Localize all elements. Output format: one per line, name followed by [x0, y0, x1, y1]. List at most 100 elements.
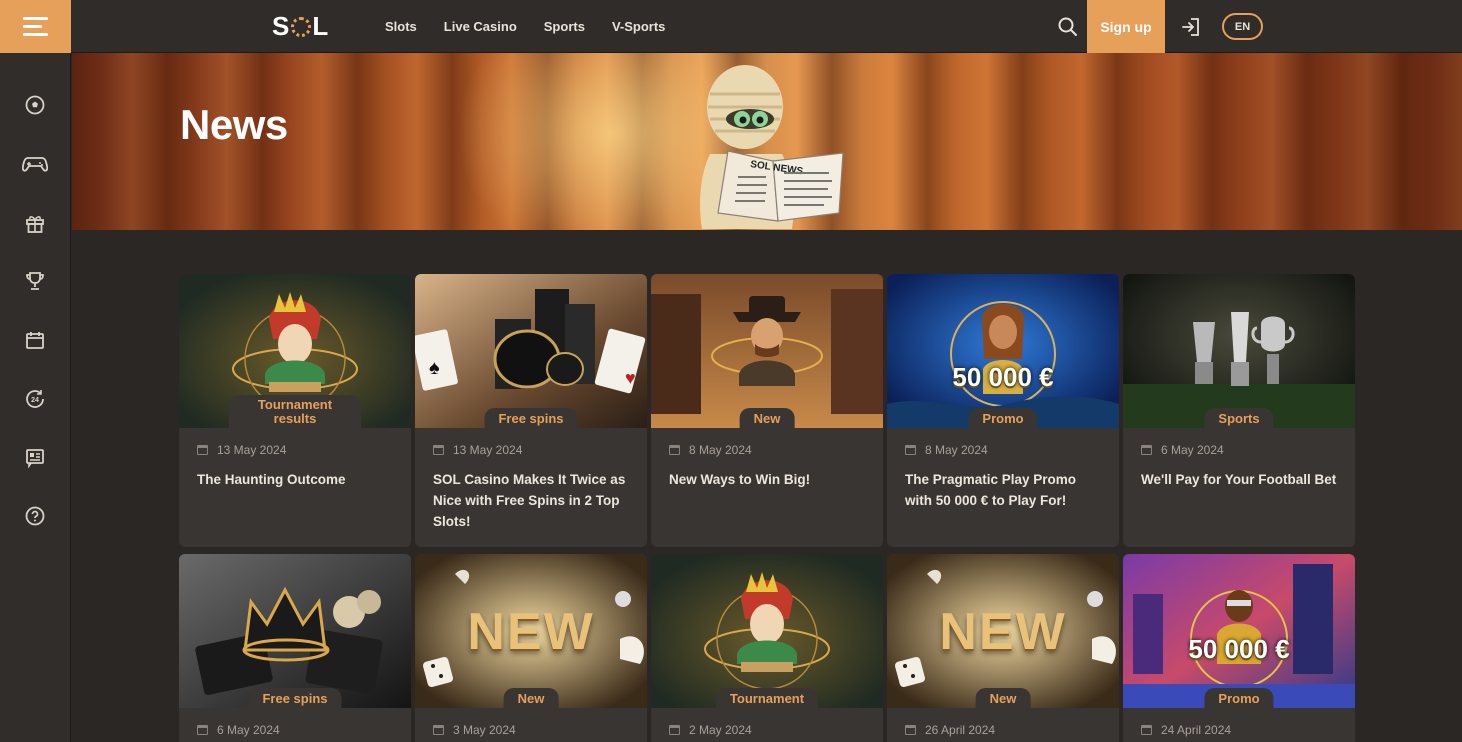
main-nav: Slots Live Casino Sports V-Sports — [385, 0, 665, 53]
help-icon[interactable] — [22, 503, 48, 529]
nav-v-sports[interactable]: V-Sports — [612, 19, 665, 34]
card-image-text: 50 000 € — [1188, 634, 1290, 664]
card-body: 13 May 2024 SOL Casino Makes It Twice as… — [415, 428, 647, 532]
nav-live-casino[interactable]: Live Casino — [444, 19, 517, 34]
card-category-badge: Free spins — [248, 688, 342, 708]
mummy-reading-newspaper-illustration: SOL NEWS — [700, 65, 844, 229]
calendar-icon[interactable] — [22, 327, 48, 353]
card-date-row: 8 May 2024 — [669, 442, 865, 458]
logo-letter-s: S — [272, 10, 291, 41]
card-category-badge: Tournament results — [229, 395, 361, 428]
logo[interactable]: SL — [272, 10, 329, 42]
card-image-poker-chips: ♠ ♥ Free spins — [415, 274, 647, 428]
card-body: 3 May 2024 — [415, 708, 647, 738]
card-category-badge: New — [503, 688, 559, 708]
news-card[interactable]: Free spins 6 May 2024 — [179, 554, 411, 742]
language-selector[interactable]: EN — [1222, 13, 1263, 40]
card-date: 24 April 2024 — [1161, 723, 1232, 737]
login-icon[interactable] — [1180, 16, 1202, 38]
card-date: 2 May 2024 — [689, 723, 752, 737]
card-date: 3 May 2024 — [453, 723, 516, 737]
card-body: 8 May 2024 The Pragmatic Play Promo with… — [887, 428, 1119, 511]
signup-button[interactable]: Sign up — [1087, 0, 1165, 53]
card-date-row: 26 April 2024 — [905, 722, 1101, 738]
nav-sports[interactable]: Sports — [544, 19, 585, 34]
calendar-icon — [905, 445, 916, 455]
calendar-icon — [433, 725, 444, 735]
football-icon[interactable] — [22, 92, 48, 118]
news-card[interactable]: NEW New 3 May 2024 — [415, 554, 647, 742]
news-hero-banner: News SOL NEWS — [72, 53, 1462, 230]
news-icon[interactable] — [22, 444, 48, 470]
card-category-badge: Promo — [968, 408, 1038, 428]
menu-icon-line — [23, 25, 42, 28]
card-body: 2 May 2024 — [651, 708, 883, 738]
card-date-row: 6 May 2024 — [197, 722, 393, 738]
card-date: 13 May 2024 — [453, 443, 523, 457]
card-title: The Haunting Outcome — [197, 472, 346, 487]
sidebar: 24 — [0, 53, 71, 742]
top-bar: SL Slots Live Casino Sports V-Sports Sig… — [0, 0, 1462, 53]
calendar-icon — [1141, 725, 1152, 735]
nav-slots[interactable]: Slots — [385, 19, 417, 34]
card-date: 6 May 2024 — [1161, 443, 1224, 457]
card-image-new-banner: NEW New — [415, 554, 647, 708]
card-image-pragmatic-promo: 50 000 € Promo — [887, 274, 1119, 428]
news-card[interactable]: New 8 May 2024 New Ways to Win Big! — [651, 274, 883, 547]
news-card[interactable]: 50 000 € Promo 24 April 2024 — [1123, 554, 1355, 742]
card-title: SOL Casino Makes It Twice as Nice with F… — [433, 472, 626, 529]
card-image-text: NEW — [939, 603, 1067, 661]
news-card[interactable]: 50 000 € Promo 8 May 2024 The Pragmatic … — [887, 274, 1119, 547]
card-date-row: 6 May 2024 — [1141, 442, 1337, 458]
calendar-icon — [197, 445, 208, 455]
trophy-icon[interactable] — [22, 268, 48, 294]
card-date-row: 13 May 2024 — [433, 442, 629, 458]
logo-letter-l: L — [312, 10, 330, 41]
card-date-row: 2 May 2024 — [669, 722, 865, 738]
card-image-text: 50 000 € — [952, 362, 1054, 392]
search-icon[interactable] — [1057, 16, 1079, 38]
calendar-icon — [433, 445, 444, 455]
card-date-row: 8 May 2024 — [905, 442, 1101, 458]
card-date: 13 May 2024 — [217, 443, 287, 457]
card-date-row: 13 May 2024 — [197, 442, 393, 458]
svg-text:♠: ♠ — [429, 357, 440, 379]
card-image-aztec-tournament: Tournament results — [179, 274, 411, 428]
card-image-trophies: Sports — [1123, 274, 1355, 428]
card-date: 26 April 2024 — [925, 723, 996, 737]
card-title: New Ways to Win Big! — [669, 472, 811, 487]
card-category-badge: Tournament — [715, 688, 819, 708]
gamepad-icon[interactable] — [22, 151, 48, 177]
calendar-icon — [669, 445, 680, 455]
card-category-badge: New — [975, 688, 1031, 708]
news-card[interactable]: Sports 6 May 2024 We'll Pay for Your Foo… — [1123, 274, 1355, 547]
card-image-new-banner: NEW New — [887, 554, 1119, 708]
svg-text:♥: ♥ — [625, 368, 636, 388]
calendar-icon — [669, 725, 680, 735]
card-date: 6 May 2024 — [217, 723, 280, 737]
calendar-icon — [197, 725, 208, 735]
news-card[interactable]: ♠ ♥ Free spins 13 May 2024 SOL Casino Mak… — [415, 274, 647, 547]
gift-icon[interactable] — [22, 210, 48, 236]
menu-icon-line — [23, 33, 48, 36]
news-card[interactable]: Tournament results 13 May 2024 The Haunt… — [179, 274, 411, 547]
card-image-aztec-tournament: Tournament — [651, 554, 883, 708]
card-image-cowboy: New — [651, 274, 883, 428]
card-category-badge: Sports — [1204, 408, 1274, 428]
card-date: 8 May 2024 — [925, 443, 988, 457]
card-body: 6 May 2024 We'll Pay for Your Football B… — [1123, 428, 1355, 490]
menu-icon-line — [23, 17, 48, 20]
card-body: 24 April 2024 — [1123, 708, 1355, 738]
news-card[interactable]: Tournament 2 May 2024 — [651, 554, 883, 742]
card-date-row: 24 April 2024 — [1141, 722, 1337, 738]
news-card[interactable]: NEW New 26 April 2024 — [887, 554, 1119, 742]
card-body: 8 May 2024 New Ways to Win Big! — [651, 428, 883, 490]
sun-logo-icon — [291, 17, 312, 37]
support-24-icon[interactable]: 24 — [22, 386, 48, 412]
card-category-badge: Promo — [1204, 688, 1274, 708]
card-category-badge: New — [739, 408, 795, 428]
card-body: 26 April 2024 — [887, 708, 1119, 738]
card-category-badge: Free spins — [484, 408, 578, 428]
menu-toggle-button[interactable] — [0, 0, 71, 53]
card-body: 6 May 2024 — [179, 708, 411, 738]
